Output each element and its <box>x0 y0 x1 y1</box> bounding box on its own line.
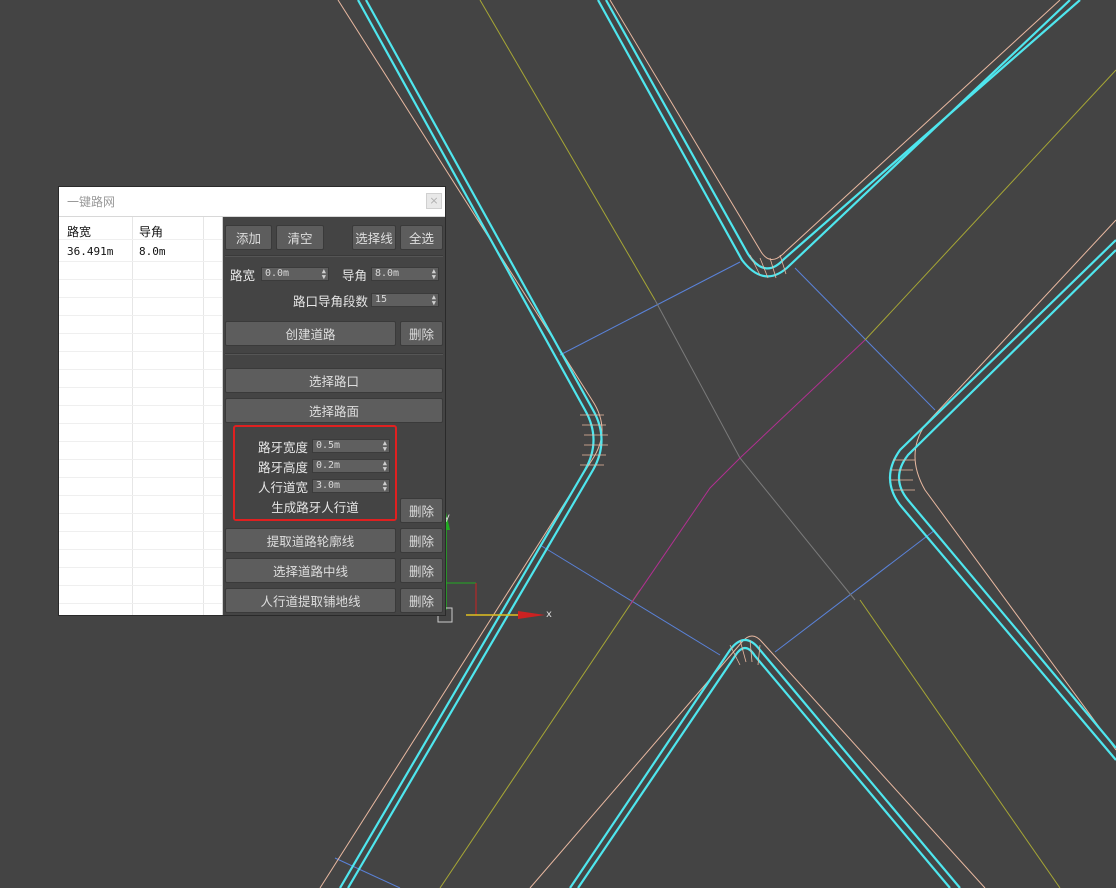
delete-road-button[interactable]: 删除 <box>400 321 443 346</box>
delete-centerline-button[interactable]: 删除 <box>400 558 443 583</box>
delete-paving-button[interactable]: 删除 <box>400 588 443 613</box>
extract-paving-button[interactable]: 人行道提取铺地线 <box>225 588 396 613</box>
chamfer-value: 8.0m <box>375 268 400 279</box>
delete-curb-button[interactable]: 删除 <box>400 498 443 523</box>
curb-height-value: 0.2m <box>316 460 341 471</box>
add-button[interactable]: 添加 <box>225 225 272 250</box>
segments-spinner[interactable]: 15 ▲ ▼ <box>371 293 439 307</box>
spinner-arrows-icon[interactable]: ▲ ▼ <box>383 460 387 473</box>
extract-outline-button[interactable]: 提取道路轮廓线 <box>225 528 396 553</box>
road-width-value: 0.0m <box>265 268 290 279</box>
sidewalk-width-spinner[interactable]: 3.0m ▲ ▼ <box>312 479 390 493</box>
curb-width-label: 路牙宽度 <box>258 440 309 455</box>
row-chamfer-value: 8.0m <box>139 245 166 258</box>
create-road-button[interactable]: 创建道路 <box>225 321 396 346</box>
road-width-label: 路宽 <box>230 268 256 283</box>
divider <box>225 255 443 257</box>
select-all-button[interactable]: 全选 <box>400 225 443 250</box>
curb-settings-highlight: 路牙宽度 0.5m ▲ ▼ 路牙高度 0.2m ▲ ▼ 人行道宽 3.0m ▲ ▼ 生… <box>233 425 397 521</box>
list-header-chamfer[interactable]: 导角 <box>139 223 163 240</box>
generate-curb-sidewalk-button[interactable]: 生成路牙人行道 <box>235 493 395 519</box>
curb-height-spinner[interactable]: 0.2m ▲ ▼ <box>312 459 390 473</box>
list-column-divider <box>132 217 133 615</box>
segments-value: 15 <box>375 294 388 305</box>
spinner-arrows-icon[interactable]: ▲ ▼ <box>383 440 387 453</box>
chamfer-spinner[interactable]: 8.0m ▲ ▼ <box>371 267 439 281</box>
select-intersection-button[interactable]: 选择路口 <box>225 368 443 393</box>
segments-label: 路口导角段数 <box>293 294 369 309</box>
road-width-spinner[interactable]: 0.0m ▲ ▼ <box>261 267 329 281</box>
divider <box>225 353 443 355</box>
list-header-width[interactable]: 路宽 <box>67 223 91 240</box>
sidewalk-width-value: 3.0m <box>316 480 341 491</box>
panel-title: 一键路网 <box>67 195 116 209</box>
gizmo-x-label: x <box>546 609 552 620</box>
select-centerline-button[interactable]: 选择道路中线 <box>225 558 396 583</box>
clear-button[interactable]: 清空 <box>276 225 324 250</box>
chamfer-label: 导角 <box>342 268 368 283</box>
select-line-button[interactable]: 选择线 <box>352 225 396 250</box>
panel-titlebar[interactable]: 一键路网 × <box>59 187 445 217</box>
row-width-value: 36.491m <box>67 245 114 258</box>
select-surface-button[interactable]: 选择路面 <box>225 398 443 423</box>
curb-height-label: 路牙高度 <box>258 460 309 475</box>
road-network-panel[interactable]: 一键路网 × 路宽 导角 36.491m 8.0m 添加 清空 选择线 全选 路… <box>58 186 446 616</box>
curb-width-value: 0.5m <box>316 440 341 451</box>
delete-outline-button[interactable]: 删除 <box>400 528 443 553</box>
spinner-arrows-icon[interactable]: ▲ ▼ <box>432 294 436 307</box>
spinner-arrows-icon[interactable]: ▲ ▼ <box>432 268 436 281</box>
list-column-divider <box>203 217 204 615</box>
road-list[interactable]: 路宽 导角 36.491m 8.0m <box>59 217 223 615</box>
controls-area: 添加 清空 选择线 全选 路宽 0.0m ▲ ▼ 导角 8.0m ▲ ▼ 路口导角段… <box>223 217 445 615</box>
close-button[interactable]: × <box>426 193 442 209</box>
curb-width-spinner[interactable]: 0.5m ▲ ▼ <box>312 439 390 453</box>
spinner-arrows-icon[interactable]: ▲ ▼ <box>322 268 326 281</box>
close-icon: × <box>429 194 439 207</box>
spinner-arrows-icon[interactable]: ▲ ▼ <box>383 480 387 493</box>
